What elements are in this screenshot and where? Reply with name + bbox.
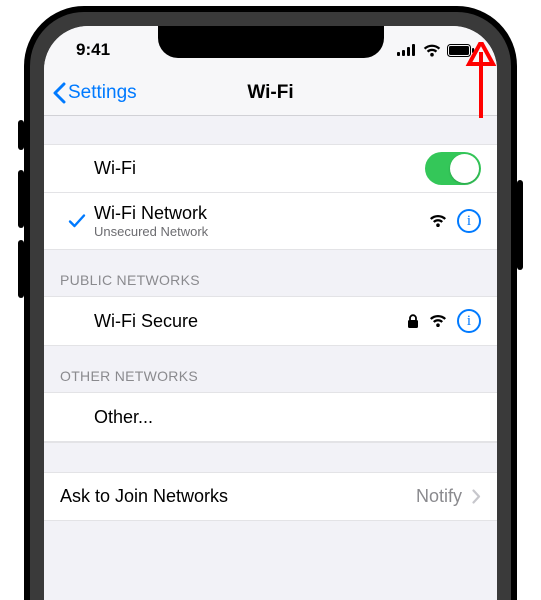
ask-to-join-row[interactable]: Ask to Join Networks Notify	[44, 472, 497, 521]
chevron-left-icon	[52, 82, 66, 104]
checkmark-slot	[60, 213, 94, 229]
back-button[interactable]: Settings	[44, 82, 137, 104]
lock-icon	[407, 314, 419, 329]
connected-network-text: Wi-Fi Network Unsecured Network	[94, 203, 429, 239]
notch	[158, 26, 384, 58]
public-networks-header: PUBLIC NETWORKS	[44, 250, 497, 297]
screen: 9:41	[44, 26, 497, 600]
status-time: 9:41	[66, 36, 110, 60]
other-network-row[interactable]: Other...	[44, 393, 497, 442]
row-trailing: i	[407, 309, 481, 333]
section-gap	[44, 442, 497, 472]
connected-network-row[interactable]: Wi-Fi Network Unsecured Network i	[44, 193, 497, 250]
wifi-signal-icon	[429, 314, 447, 328]
back-label: Settings	[68, 82, 137, 104]
ask-to-join-value: Notify	[416, 486, 462, 507]
checkmark-icon	[68, 213, 86, 229]
wifi-icon	[423, 44, 441, 57]
battery-icon	[447, 44, 475, 57]
other-network-label: Other...	[94, 407, 481, 428]
power-button	[517, 180, 523, 270]
connected-network-ssid: Wi-Fi Network	[94, 203, 429, 224]
row-trailing: Notify	[416, 486, 481, 507]
other-networks-header: OTHER NETWORKS	[44, 346, 497, 393]
wifi-signal-icon	[429, 214, 447, 228]
toggle-knob	[450, 154, 479, 183]
wifi-toggle-switch[interactable]	[425, 152, 481, 185]
section-spacer	[44, 116, 497, 144]
status-icons	[397, 40, 475, 57]
ask-to-join-label: Ask to Join Networks	[60, 486, 416, 507]
wifi-toggle-row[interactable]: Wi-Fi	[44, 144, 497, 193]
cellular-icon	[397, 44, 417, 56]
nav-bar: Settings Wi-Fi	[44, 70, 497, 116]
chevron-right-icon	[472, 489, 481, 504]
public-network-row[interactable]: Wi-Fi Secure i	[44, 297, 497, 346]
wifi-toggle-label: Wi-Fi	[94, 158, 425, 179]
row-trailing: i	[429, 209, 481, 233]
connected-network-subtitle: Unsecured Network	[94, 224, 429, 239]
info-button[interactable]: i	[457, 209, 481, 233]
phone-frame: 9:41	[0, 0, 541, 600]
public-network-ssid: Wi-Fi Secure	[94, 311, 407, 332]
info-button[interactable]: i	[457, 309, 481, 333]
